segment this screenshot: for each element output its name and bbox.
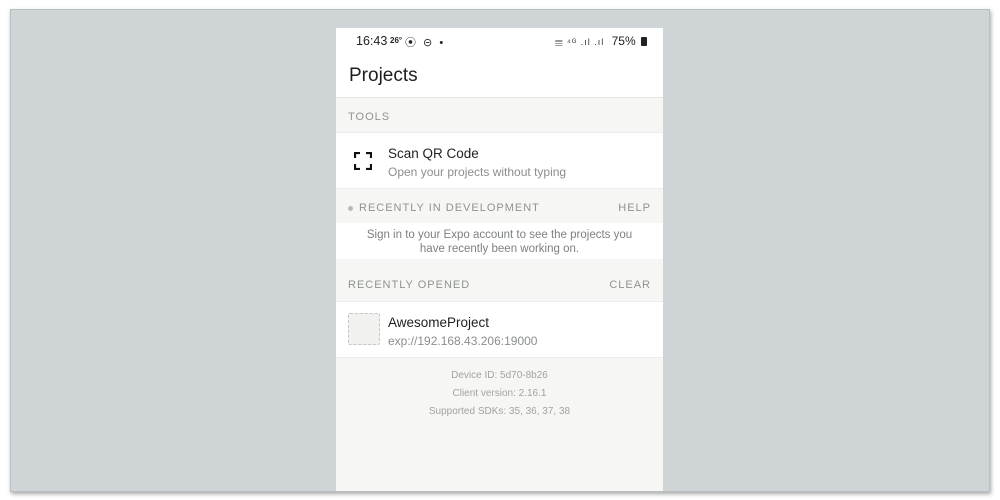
status-time: 16:43	[356, 34, 388, 48]
project-list-item[interactable]: AwesomeProject exp://192.168.43.206:1900…	[336, 301, 663, 358]
scan-qr-title: Scan QR Code	[388, 146, 479, 161]
supported-sdks: Supported SDKs: 35, 36, 37, 38	[428, 406, 571, 417]
scan-qr-code-item[interactable]: Scan QR Code Open your projects without …	[336, 132, 663, 189]
status-temperature: 26°	[390, 36, 403, 45]
help-button[interactable]: HELP	[618, 202, 651, 214]
recently-in-development-label: RECENTLY IN DEVELOPMENT	[359, 202, 540, 214]
sign-in-message-line2: have recently been working on.	[419, 243, 580, 255]
battery-icon	[641, 37, 647, 46]
project-url: exp://192.168.43.206:19000	[388, 334, 538, 348]
battery-percent: 75%	[611, 34, 636, 48]
status-dot-icon	[348, 206, 353, 211]
recently-opened-header: RECENTLY OPENED CLEAR	[336, 259, 663, 301]
recently-in-development-header: RECENTLY IN DEVELOPMENT HELP	[336, 189, 663, 223]
sign-in-message-line1: Sign in to your Expo account to see the …	[366, 229, 633, 241]
signal-icon: 𝄙 ⁴ᴳ .ıl .ıl	[555, 37, 605, 47]
project-thumbnail	[348, 313, 380, 345]
client-version: Client version: 2.16.1	[452, 388, 547, 399]
tools-header-label: TOOLS	[348, 111, 391, 123]
client-info: Device ID: 5d70-8b26 Client version: 2.1…	[336, 358, 663, 421]
sign-in-message: Sign in to your Expo account to see the …	[336, 223, 663, 259]
status-right: 𝄙 ⁴ᴳ .ıl .ıl 75%	[555, 34, 647, 48]
phone-screen: 16:43 26° ⦿ ⊝ • 𝄙 ⁴ᴳ .ıl .ıl 75% Project…	[336, 28, 663, 491]
status-notification-icons: ⦿ ⊝ •	[405, 37, 446, 49]
page-title: Projects	[349, 65, 418, 86]
status-bar: 16:43 26° ⦿ ⊝ • 𝄙 ⁴ᴳ .ıl .ıl 75%	[336, 28, 663, 54]
qr-scan-icon	[354, 152, 372, 170]
recently-opened-label: RECENTLY OPENED	[348, 279, 471, 291]
device-id: Device ID: 5d70-8b26	[451, 370, 548, 381]
scan-qr-subtitle: Open your projects without typing	[388, 165, 567, 179]
app-bar: Projects	[336, 54, 663, 98]
tools-section-header: TOOLS	[336, 98, 663, 132]
clear-button[interactable]: CLEAR	[609, 279, 651, 291]
project-name: AwesomeProject	[388, 315, 490, 330]
